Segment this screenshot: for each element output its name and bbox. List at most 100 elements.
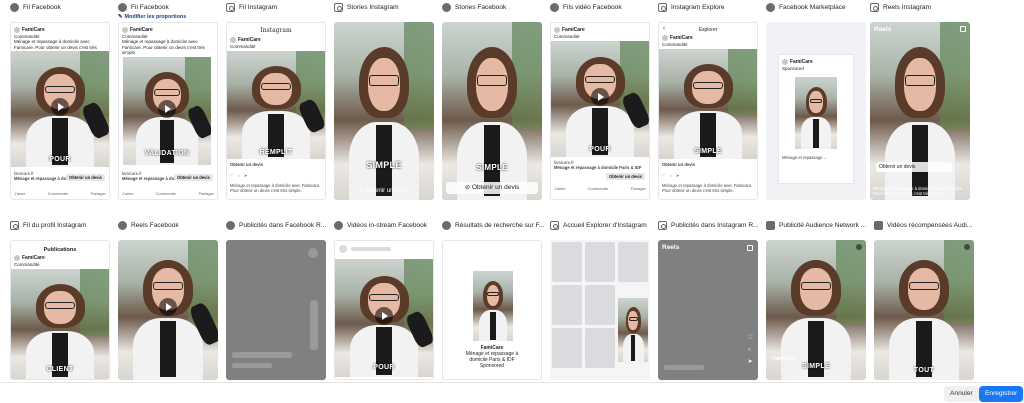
ad-preview[interactable]: Reels Obtenir un devis Ménage et repassa…: [870, 22, 970, 200]
ad-preview[interactable]: FamiCare Commandité Ménage et repassage à …: [10, 22, 110, 200]
video-caption: REMPLIT: [259, 149, 293, 156]
play-icon[interactable]: [375, 306, 393, 325]
facebook-icon: [118, 221, 127, 230]
publications-header: Publications: [43, 247, 77, 253]
ad-preview[interactable]: Publications FamiCare Commandité CLIENT: [10, 240, 110, 380]
post-actions: ♡ ○ ➤: [230, 173, 322, 178]
close-icon[interactable]: [856, 244, 862, 250]
tile-title: Fil Facebook: [23, 4, 61, 11]
meta-icon: [874, 221, 883, 230]
tile-header: Vidéos in-stream Facebook: [334, 221, 438, 230]
ad-preview[interactable]: [118, 240, 218, 380]
story-cta[interactable]: ⊘ Obtenir un devis: [446, 182, 538, 194]
send-icon[interactable]: ➤: [748, 359, 753, 365]
heart-icon[interactable]: ♡: [230, 173, 234, 178]
link-icon: ⊘: [464, 184, 472, 191]
ad-video: [473, 271, 513, 341]
share-button[interactable]: Partager: [91, 191, 106, 196]
ad-preview[interactable]: Reels ♡ ○ ➤: [658, 240, 758, 380]
post-actions: ♡ ○ ➤: [662, 173, 754, 178]
post-header: FamiCare Commandité: [662, 35, 754, 47]
sponsored-label: Sponsored: [782, 65, 804, 71]
play-icon[interactable]: [51, 97, 69, 116]
ad-preview[interactable]: FamiCare Commandité POUR famicare.fr Ménag…: [550, 22, 650, 200]
comment-icon[interactable]: ○: [238, 173, 240, 178]
facebook-icon: [10, 3, 19, 12]
sponsored-label: Commandité: [554, 33, 580, 39]
cta-link[interactable]: Obtenir un devis: [230, 162, 322, 167]
brand-name: FamiCare: [772, 356, 795, 362]
comment-button[interactable]: Commenter: [588, 186, 609, 191]
ad-preview[interactable]: POUR: [334, 240, 434, 380]
tile-header: Facebook Marketplace: [766, 3, 870, 12]
ad-preview[interactable]: [550, 240, 650, 380]
heart-icon[interactable]: ♡: [748, 335, 753, 341]
ad-preview[interactable]: TOUT: [874, 240, 974, 380]
comment-button[interactable]: Commenter: [48, 191, 69, 196]
ad-preview[interactable]: SIMPLE ⊘ Obtenir un devis: [334, 22, 434, 200]
cta-button[interactable]: Obtenir un devis: [173, 174, 213, 181]
camera-icon[interactable]: [747, 245, 753, 251]
video-caption: SIMPLE: [366, 160, 402, 170]
cta-button[interactable]: Obtenir un devis: [605, 173, 645, 180]
ad-preview[interactable]: [226, 240, 326, 380]
share-button[interactable]: Partager: [199, 191, 214, 196]
story-cta[interactable]: ⊘ Obtenir un devis: [338, 186, 430, 196]
close-icon[interactable]: [964, 244, 970, 250]
ad-text: Ménage et repassage à domicile avec Fami…: [122, 39, 205, 56]
ad-video: SIMPLE ⊘ Obtenir un devis: [334, 22, 434, 200]
video-caption: SIMPLE: [476, 163, 508, 172]
ad-video: TOUT: [874, 240, 974, 380]
ad-preview[interactable]: ‹ Explorer FamiCare Commandité SIMPLE Obt…: [658, 22, 758, 200]
play-icon[interactable]: [158, 99, 176, 118]
cta-button[interactable]: Obtenir un devis: [876, 162, 952, 172]
ad-preview[interactable]: SIMPLE FamiCare: [766, 240, 866, 380]
comment-button[interactable]: Commenter: [156, 191, 177, 196]
tile-title: Publicités dans Facebook R...: [239, 222, 327, 229]
tile-title: Vidéos récompensées Audi...: [887, 222, 973, 229]
comment-icon[interactable]: ○: [670, 173, 672, 178]
heart-icon[interactable]: ♡: [662, 173, 666, 178]
placeholder-line: [664, 365, 704, 370]
like-button[interactable]: J'aime: [14, 191, 25, 196]
dialog-footer: [0, 382, 1024, 403]
video-caption: POUR: [373, 364, 395, 371]
cancel-button[interactable]: Annuler: [944, 386, 979, 402]
send-icon[interactable]: ➤: [676, 173, 679, 178]
post-actions: J'aime Commenter Partager: [14, 191, 106, 196]
facebook-icon: [442, 221, 451, 230]
brand-name: FamiCare: [22, 27, 45, 34]
tile-header: Vidéos récompensées Audi...: [874, 221, 978, 230]
reels-label: Reels: [874, 26, 892, 33]
save-button[interactable]: Enregistrer: [979, 386, 1024, 402]
facebook-icon: [442, 3, 451, 12]
send-icon[interactable]: ➤: [244, 173, 247, 178]
link-card[interactable]: famicare.fr Ménage et repassage à domicil…: [554, 160, 646, 170]
ad-preview[interactable]: FamiCare Sponsored Ménage et repassage ..…: [766, 22, 866, 200]
tile-title: Résultats de recherche sur F...: [455, 222, 545, 229]
tile-title: Fil Facebook: [131, 4, 169, 11]
grid-tile: [618, 242, 648, 282]
edit-proportions-link[interactable]: ✎ Modifier les proportions: [118, 14, 186, 20]
like-button[interactable]: J'aime: [554, 186, 565, 191]
instagram-icon: [870, 3, 879, 12]
ad-preview[interactable]: Instagram FamiCare Commandité REMPLIT Obt…: [226, 22, 326, 200]
ad-video: [870, 22, 970, 200]
ad-preview[interactable]: FamiCare Commandité Ménage et repassage à …: [118, 22, 218, 200]
cta-button[interactable]: Obtenir un devis: [65, 174, 105, 181]
marketplace-card[interactable]: FamiCare Sponsored Ménage et repassage ..…: [778, 54, 854, 184]
comment-icon[interactable]: ○: [748, 347, 752, 353]
cta-link[interactable]: Obtenir un devis: [662, 162, 754, 167]
ad-preview[interactable]: FamiCare Ménage et repassage à domicile P…: [442, 240, 542, 380]
share-button[interactable]: Partager: [631, 186, 646, 191]
tile-header: Publicités dans Facebook R...: [226, 221, 330, 230]
camera-icon[interactable]: [960, 26, 966, 32]
like-button[interactable]: J'aime: [122, 191, 133, 196]
play-icon[interactable]: [591, 87, 609, 106]
instagram-icon: [10, 221, 19, 230]
avatar: [782, 59, 788, 65]
ad-video: POUR: [11, 51, 109, 167]
video-caption: CLIENT: [46, 366, 74, 373]
ad-preview[interactable]: SIMPLE ⊘ Obtenir un devis: [442, 22, 542, 200]
grid-tile: [585, 242, 615, 282]
